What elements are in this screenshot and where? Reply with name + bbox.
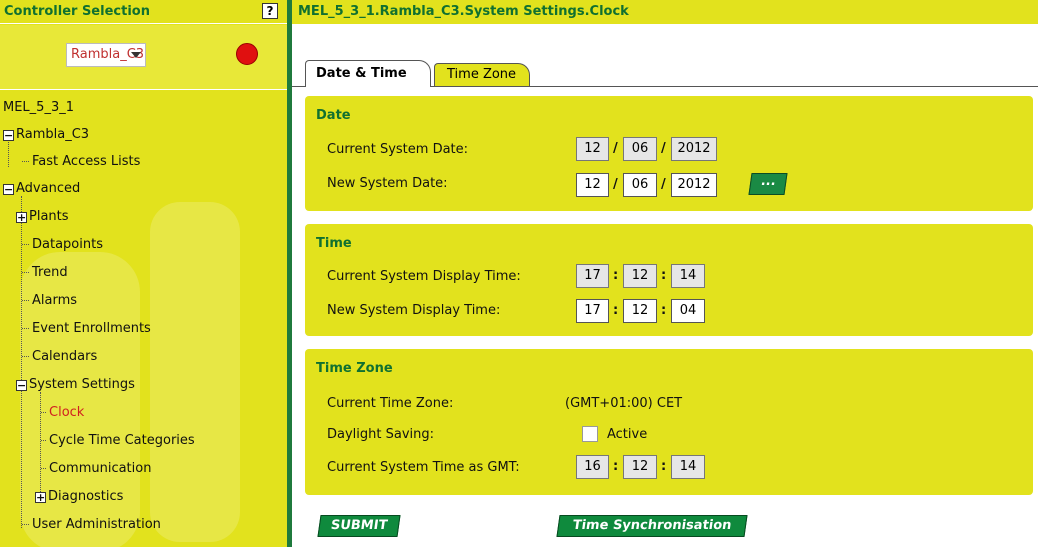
current-date-day: 12 [576,137,609,161]
tree-item-label: Rambla_C3 [16,127,90,142]
tree-item-trend[interactable]: Trend [22,265,68,280]
timezone-section: Time Zone Current Time Zone: (GMT+01:00)… [305,349,1033,495]
time-section: Time Current System Display Time: 17 : 1… [305,224,1033,336]
daylight-saving-label: Daylight Saving: [327,427,435,442]
tree-item-label: Calendars [32,349,98,364]
time-separator: : [613,303,619,318]
gmt-time-hours: 16 [576,455,609,479]
background-decoration [150,202,240,542]
panel-divider[interactable] [287,0,292,547]
tree-item-label: User Administration [32,517,161,532]
expand-icon[interactable]: + [35,492,46,503]
tree-item-fast-access-lists[interactable]: Fast Access Lists [22,154,140,169]
tree-item-rambla-c3[interactable]: − Rambla_C3 [3,127,89,142]
tree-item-label: Communication [49,461,152,476]
new-date-day-input[interactable]: 12 [576,173,609,197]
tree-item-event-enrollments[interactable]: Event Enrollments [22,321,151,336]
date-separator: / [613,177,618,192]
new-time-label: New System Display Time: [327,303,501,318]
new-time-hours-input[interactable]: 17 [576,299,609,323]
tree-item-label: Diagnostics [48,489,124,504]
date-separator: / [613,141,618,156]
tree-item-alarms[interactable]: Alarms [22,293,77,308]
tree-item-label: Alarms [32,293,78,308]
controller-header: Controller Selection ? [0,0,287,24]
date-section-title: Date [316,108,351,123]
new-date-month-input[interactable]: 06 [623,173,657,197]
controller-status-indicator [236,43,258,65]
current-time-label: Current System Display Time: [327,269,521,284]
date-separator: / [661,177,666,192]
controller-select-area: Rambla_C3 [0,25,287,90]
tree-item-clock[interactable]: Clock [41,405,84,420]
navigation-tree: MEL_5_3_1 − Rambla_C3 Fast Access Lists −… [0,92,287,547]
tree-item-cycle-time-categories[interactable]: Cycle Time Categories [41,433,195,448]
tree-root[interactable]: MEL_5_3_1 [3,100,74,115]
date-separator: / [661,141,666,156]
tree-item-diagnostics[interactable]: + Diagnostics [35,489,123,504]
new-date-label: New System Date: [327,176,448,191]
time-separator: : [661,303,667,318]
time-separator: : [613,268,619,283]
date-picker-button[interactable]: ... [748,173,788,195]
timezone-section-title: Time Zone [316,361,393,376]
current-date-month: 06 [623,137,657,161]
page-header: MEL_5_3_1.Rambla_C3.System Settings.Cloc… [292,0,1038,24]
expand-icon[interactable]: + [16,212,27,223]
tab-label: Date & Time [316,66,407,81]
gmt-time-minutes: 12 [623,455,657,479]
tree-item-label: Cycle Time Categories [49,433,195,448]
time-section-title: Time [316,236,352,251]
current-timezone-value: (GMT+01:00) CET [565,396,683,411]
collapse-icon[interactable]: − [3,184,14,195]
tab-label: Time Zone [447,67,517,82]
time-synchronisation-button[interactable]: Time Synchronisation [556,515,748,537]
help-icon[interactable]: ? [262,3,278,19]
tree-item-label: Clock [49,405,85,420]
collapse-icon[interactable]: − [16,380,27,391]
tree-item-label: Trend [32,265,68,280]
tree-item-label: Event Enrollments [32,321,151,336]
tree-item-label: Datapoints [32,237,103,252]
tab-time-zone[interactable]: Time Zone [434,63,530,86]
submit-button[interactable]: SUBMIT [317,515,401,537]
tree-item-calendars[interactable]: Calendars [22,349,97,364]
current-time-seconds: 14 [671,264,705,288]
tree-item-label: Fast Access Lists [32,154,141,169]
controller-panel: Controller Selection ? Rambla_C3 MEL_5_3… [0,0,287,547]
current-date-label: Current System Date: [327,142,469,157]
tree-item-communication[interactable]: Communication [41,461,151,476]
page-title: MEL_5_3_1.Rambla_C3.System Settings.Cloc… [298,4,629,19]
new-time-minutes-input[interactable]: 12 [623,299,657,323]
gmt-time-label: Current System Time as GMT: [327,460,520,475]
tree-item-advanced[interactable]: − Advanced [3,181,80,196]
current-date-year: 2012 [671,137,717,161]
daylight-saving-checkbox[interactable] [582,426,598,442]
tree-item-user-administration[interactable]: User Administration [22,517,161,532]
controller-header-title: Controller Selection [4,4,150,19]
new-date-year-input[interactable]: 2012 [671,173,717,197]
controller-select[interactable]: Rambla_C3 [66,43,146,67]
tree-item-label: Plants [29,209,69,224]
collapse-icon[interactable]: − [3,130,14,141]
daylight-saving-active-label: Active [607,427,648,442]
time-separator: : [613,459,619,474]
date-section: Date Current System Date: 12 / 06 / 2012… [305,96,1033,211]
current-timezone-label: Current Time Zone: [327,396,454,411]
tree-item-label: System Settings [29,377,135,392]
gmt-time-seconds: 14 [671,455,705,479]
new-time-seconds-input[interactable]: 04 [671,299,705,323]
tree-item-label: Advanced [16,181,81,196]
tree-item-datapoints[interactable]: Datapoints [22,237,103,252]
tab-date-time[interactable]: Date & Time [305,60,431,87]
time-separator: : [661,268,667,283]
tree-item-plants[interactable]: + Plants [16,209,69,224]
chevron-down-icon[interactable] [131,52,141,58]
current-time-hours: 17 [576,264,609,288]
time-separator: : [661,459,667,474]
current-time-minutes: 12 [623,264,657,288]
tree-item-system-settings[interactable]: − System Settings [16,377,135,392]
